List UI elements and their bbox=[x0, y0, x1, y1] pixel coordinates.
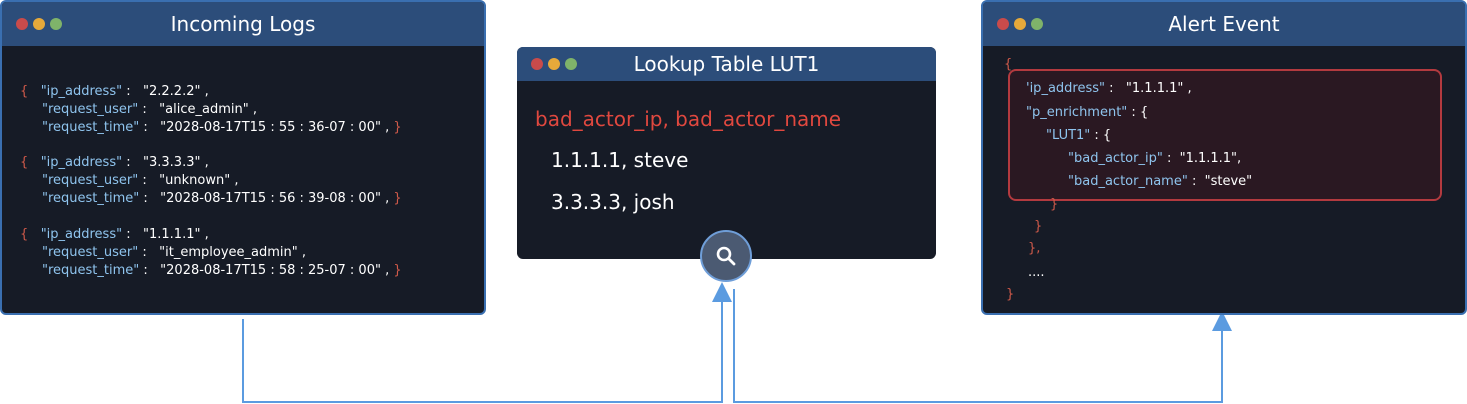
close-dot-icon[interactable] bbox=[16, 18, 28, 30]
maximize-dot-icon[interactable] bbox=[50, 18, 62, 30]
log-entry-3: { "ip_address" : "1.1.1.1" , bbox=[20, 227, 209, 242]
close-brace: } bbox=[1006, 287, 1015, 302]
lookup-table-row: 1.1.1.1, steve bbox=[551, 148, 689, 172]
minimize-dot-icon[interactable] bbox=[33, 18, 45, 30]
lookup-search-button[interactable] bbox=[700, 230, 752, 282]
maximize-dot-icon[interactable] bbox=[1031, 18, 1043, 30]
open-brace: { bbox=[1004, 57, 1013, 72]
close-dot-icon[interactable] bbox=[531, 58, 543, 70]
alert-event-titlebar: Alert Event bbox=[983, 2, 1465, 46]
minimize-dot-icon[interactable] bbox=[548, 58, 560, 70]
incoming-logs-title: Incoming Logs bbox=[170, 12, 316, 36]
lookup-table-row: 3.3.3.3, josh bbox=[551, 190, 675, 214]
window-controls bbox=[531, 47, 577, 81]
ellipsis: .... bbox=[1028, 265, 1045, 280]
search-icon bbox=[716, 246, 736, 266]
maximize-dot-icon[interactable] bbox=[565, 58, 577, 70]
alert-event-code: { 'ip_address" : "1.1.1.1" , "p_enrichme… bbox=[1004, 57, 1253, 302]
lookup-table-header: bad_actor_ip, bad_actor_name bbox=[535, 107, 842, 131]
log-entry-2: { "ip_address" : "3.3.3.3" , bbox=[20, 155, 209, 170]
log-entry-1: { "ip_address" : "2.2.2.2" , bbox=[20, 84, 209, 99]
window-controls bbox=[16, 2, 62, 46]
lookup-table-titlebar: Lookup Table LUT1 bbox=[517, 47, 936, 81]
close-dot-icon[interactable] bbox=[997, 18, 1009, 30]
window-controls bbox=[997, 2, 1043, 46]
minimize-dot-icon[interactable] bbox=[1014, 18, 1026, 30]
incoming-logs-code: { "ip_address" : "2.2.2.2" , "request_us… bbox=[20, 84, 402, 278]
incoming-logs-titlebar: Incoming Logs bbox=[2, 2, 484, 46]
alert-event-title: Alert Event bbox=[1168, 12, 1280, 36]
lookup-table-title: Lookup Table LUT1 bbox=[633, 52, 820, 76]
